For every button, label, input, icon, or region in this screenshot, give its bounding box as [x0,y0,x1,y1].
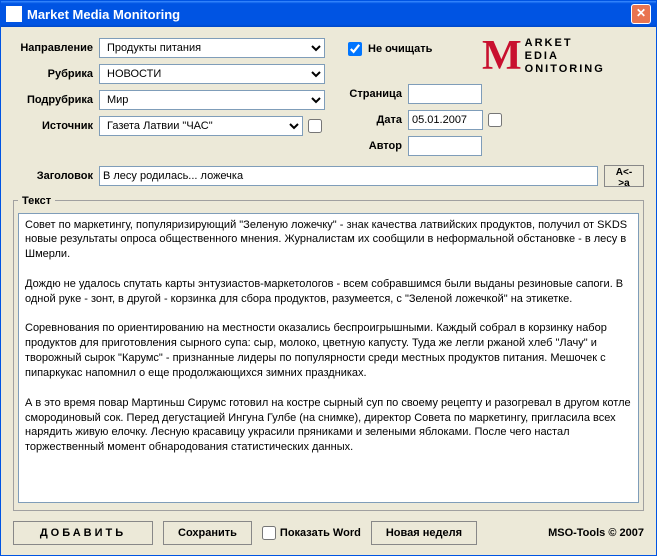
page-input[interactable] [408,84,482,104]
show-word-checkbox[interactable] [262,526,276,540]
direction-label: Направление [13,42,99,54]
title-input[interactable] [99,166,598,186]
brand-logo: M ARKET EDIA ONITORING [482,37,605,77]
close-icon[interactable]: ✕ [631,4,651,24]
text-legend: Текст [18,195,55,207]
author-input[interactable] [408,136,482,156]
date-checkbox[interactable] [488,113,502,127]
add-button[interactable]: ДОБАВИТЬ [13,521,153,545]
window-title: Market Media Monitoring [27,7,631,22]
text-fieldset: Текст [13,195,644,511]
text-body[interactable] [18,213,639,503]
logo-mark: M [482,40,522,74]
rubric-label: Рубрика [13,68,99,80]
save-button[interactable]: Сохранить [163,521,252,545]
logo-text: ARKET EDIA ONITORING [525,37,605,77]
page-label: Страница [348,88,408,100]
case-toggle-button[interactable]: A<->a [604,165,644,187]
rubric-select[interactable]: НОВОСТИ [99,64,325,84]
new-week-button[interactable]: Новая неделя [371,521,477,545]
subrubric-select[interactable]: Мир [99,90,325,110]
author-label: Автор [348,140,408,152]
title-label: Заголовок [13,170,99,182]
direction-select[interactable]: Продукты питания [99,38,325,58]
content-area: Направление Продукты питания Рубрика НОВ… [1,27,656,555]
date-label: Дата [348,114,408,126]
date-input[interactable] [408,110,483,130]
noclear-checkbox[interactable] [348,42,362,56]
noclear-label: Не очищать [368,43,432,55]
titlebar: Market Media Monitoring ✕ [1,1,656,27]
app-icon [6,6,22,22]
source-select[interactable]: Газета Латвии "ЧАС" [99,116,303,136]
source-checkbox[interactable] [308,119,322,133]
source-label: Источник [13,120,99,132]
subrubric-label: Подрубрика [13,94,99,106]
app-window: Market Media Monitoring ✕ Направление Пр… [0,0,657,556]
